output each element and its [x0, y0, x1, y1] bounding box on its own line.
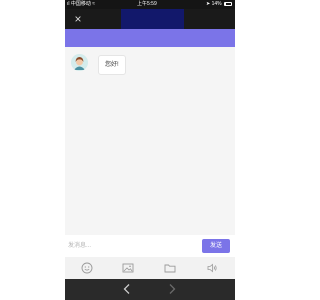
- carrier-label: ıl 中国移动 ≈: [67, 0, 95, 9]
- battery-icon: [224, 1, 232, 6]
- status-time: 上午5:59: [137, 1, 157, 7]
- avatar-icon: [71, 54, 88, 71]
- status-right-group: ➤ 14%: [206, 0, 232, 9]
- header-accent-band: [65, 29, 235, 47]
- back-arrow-icon[interactable]: [120, 282, 134, 296]
- battery-percent: 14%: [211, 1, 222, 7]
- folder-icon[interactable]: [164, 262, 176, 274]
- send-button[interactable]: 发送: [202, 239, 230, 253]
- image-icon[interactable]: [122, 262, 134, 274]
- composer-toolbar: [65, 257, 235, 279]
- browser-navigation-bar: [65, 279, 235, 300]
- status-bar: ıl 中国移动 ≈ 上午5:59 ➤ 14%: [65, 0, 235, 9]
- chat-message-bubble: 您好!: [98, 55, 126, 75]
- header-bar: ×: [65, 9, 235, 29]
- carrier-text: 中国移动: [70, 1, 91, 7]
- location-icon: ➤: [206, 1, 211, 7]
- phone-screen: ıl 中国移动 ≈ 上午5:59 ➤ 14% × 您好! 发送: [65, 0, 235, 300]
- agent-avatar: [71, 54, 88, 71]
- message-input[interactable]: [68, 240, 188, 252]
- voice-icon[interactable]: [206, 262, 218, 274]
- emoji-icon[interactable]: [81, 262, 93, 274]
- forward-arrow-icon[interactable]: [165, 282, 179, 296]
- signal-icon: ıl: [67, 1, 70, 7]
- wifi-icon: ≈: [92, 1, 96, 7]
- chat-message-area[interactable]: 您好!: [65, 47, 235, 235]
- message-composer: 发送: [65, 235, 235, 257]
- page-title: [121, 9, 184, 29]
- close-icon[interactable]: ×: [71, 12, 85, 26]
